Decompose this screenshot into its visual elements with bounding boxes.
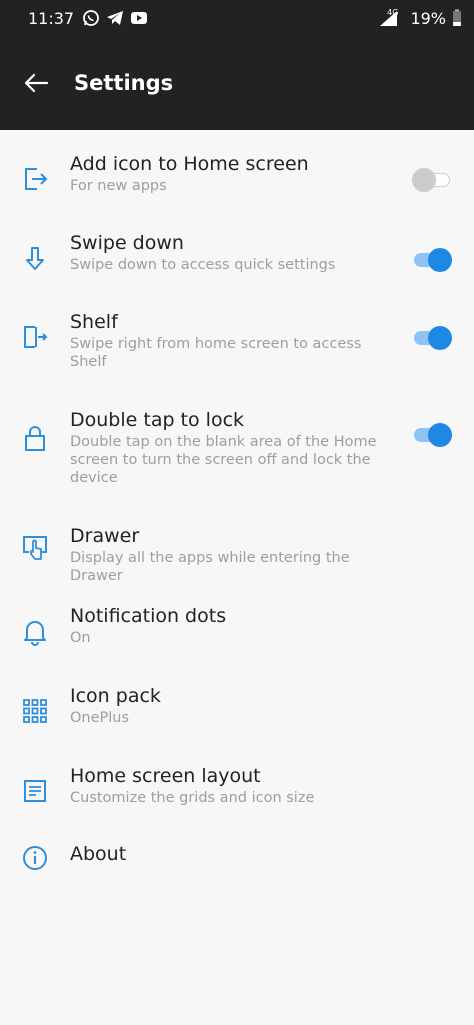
info-icon [23,846,47,870]
setting-title: Shelf [70,311,118,333]
setting-subtitle: Display all the apps while entering the … [70,550,350,584]
add-icon-toggle[interactable] [412,168,452,192]
setting-swipe-down[interactable]: Swipe down Swipe down to access quick se… [0,231,474,310]
settings-list: Add icon to Home screen For new apps Swi… [0,130,474,904]
status-time: 11:37 [28,8,75,28]
setting-title: Icon pack [70,685,161,707]
setting-subtitle: On [70,630,91,646]
battery-icon [453,9,461,26]
setting-double-tap-to-lock[interactable]: Double tap to lock Double tap on the bla… [0,408,474,524]
setting-subtitle: Customize the grids and icon size [70,790,315,806]
setting-subtitle: For new apps [70,178,167,194]
telegram-icon [107,11,124,25]
toolbar: Settings [0,36,474,130]
setting-title: Drawer [70,525,140,547]
setting-subtitle: Double tap on the blank area of the Home… [70,434,377,486]
setting-title: Add icon to Home screen [70,153,309,175]
bell-icon [24,621,46,646]
back-button[interactable] [0,36,70,130]
setting-subtitle: Swipe down to access quick settings [70,257,336,273]
battery-percent: 19% [410,8,446,28]
arrow-left-icon [24,73,49,93]
setting-add-icon-to-home[interactable]: Add icon to Home screen For new apps [0,152,474,231]
setting-subtitle: Swipe right from home screen to access S… [70,336,362,370]
whatsapp-icon [83,10,100,26]
youtube-icon [131,12,148,24]
setting-subtitle: OnePlus [70,710,130,726]
shelf-toggle[interactable] [412,326,452,350]
grid-icon [23,699,47,723]
add-to-home-icon [25,168,48,190]
drawer-icon [23,536,47,560]
setting-shelf[interactable]: Shelf Swipe right from home screen to ac… [0,310,474,408]
setting-title: Double tap to lock [70,409,245,431]
network-type: 4G [387,7,399,17]
setting-title: About [70,843,127,865]
setting-title: Swipe down [70,232,184,254]
swipe-down-toggle[interactable] [412,248,452,272]
setting-title: Notification dots [70,605,227,627]
setting-notification-dots[interactable]: Notification dots On [0,604,474,684]
double-tap-toggle[interactable] [412,423,452,447]
setting-home-screen-layout[interactable]: Home screen layout Customize the grids a… [0,764,474,844]
arrow-down-icon [26,247,44,270]
setting-drawer[interactable]: Drawer Display all the apps while enteri… [0,524,474,604]
lock-icon [25,426,45,451]
page-title: Settings [74,71,174,95]
status-bar: 11:37 4G 19% [0,0,474,36]
setting-about[interactable]: About [0,843,474,904]
layout-icon [24,780,46,802]
shelf-icon [24,326,48,348]
setting-icon-pack[interactable]: Icon pack OnePlus [0,684,474,764]
setting-title: Home screen layout [70,765,261,787]
